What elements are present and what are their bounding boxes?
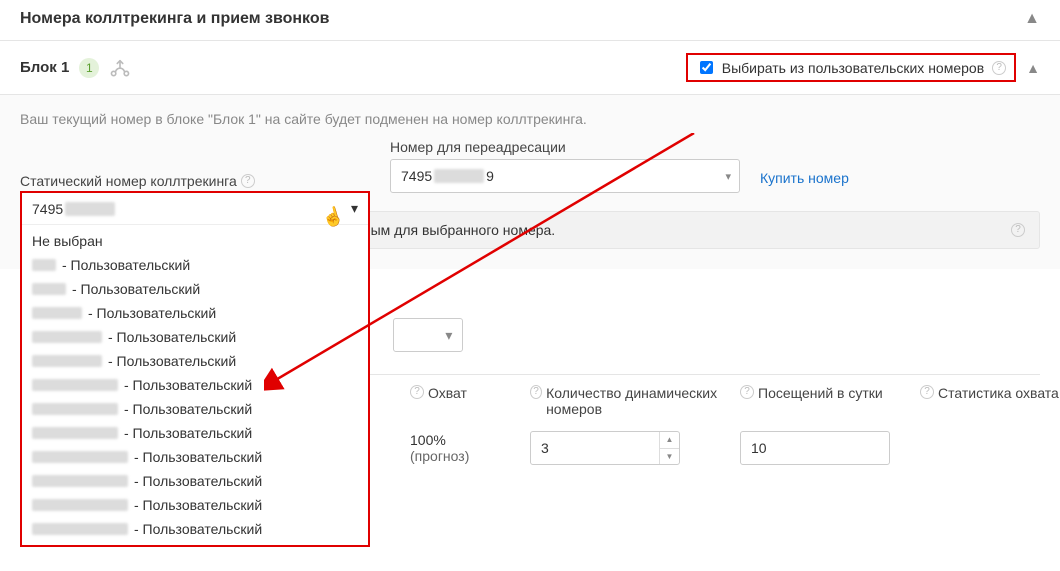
help-icon[interactable]: ? xyxy=(992,61,1006,75)
chevron-down-icon: ▾ xyxy=(725,170,731,183)
spinner-down-icon[interactable]: ▼ xyxy=(660,449,679,465)
dropdown-item[interactable]: - Пользовательский xyxy=(22,301,368,325)
dropdown-item[interactable]: - Пользовательский xyxy=(22,397,368,421)
routing-icon xyxy=(109,58,131,78)
col-coverage: ? Охват xyxy=(410,385,530,401)
dropdown-item[interactable]: - Пользовательский xyxy=(22,373,368,397)
section-header: Номера коллтрекинга и прием звонков ▲ xyxy=(0,0,1060,41)
col-visits: ? Посещений в сутки xyxy=(740,385,920,401)
col-count: ? Количество динамических номеров xyxy=(530,385,740,417)
dropdown-item[interactable]: - Пользовательский xyxy=(22,421,368,445)
help-icon[interactable]: ? xyxy=(410,385,424,399)
user-numbers-checkbox-label[interactable]: Выбирать из пользовательских номеров xyxy=(696,58,984,77)
block-header: Блок 1 1 Выбирать из пользовательских но… xyxy=(0,41,1060,95)
buy-number-link[interactable]: Купить номер xyxy=(760,170,849,186)
dropdown-item-none[interactable]: Не выбран xyxy=(22,229,368,253)
static-number-label: Статический номер коллтрекинга ? xyxy=(20,173,370,189)
coverage-cell: 100% (прогноз) xyxy=(410,432,530,464)
help-icon[interactable]: ? xyxy=(920,385,934,399)
redirect-number-label: Номер для переадресации xyxy=(390,139,740,155)
spinner-up-icon[interactable]: ▲ xyxy=(660,432,679,449)
dropdown-item[interactable]: - Пользовательский xyxy=(22,493,368,517)
section-title: Номера коллтрекинга и прием звонков xyxy=(20,10,329,28)
dropdown-item[interactable]: - Пользовательский xyxy=(22,325,368,349)
help-icon[interactable]: ? xyxy=(1011,223,1025,237)
obscured-select[interactable]: ▾ xyxy=(393,318,463,352)
count-input[interactable]: 3 ▲ ▼ xyxy=(530,431,680,465)
help-icon[interactable]: ? xyxy=(241,174,255,188)
dropdown-item[interactable]: - Пользовательский xyxy=(22,469,368,493)
block-count-badge: 1 xyxy=(79,58,99,78)
help-icon[interactable]: ? xyxy=(530,385,542,399)
user-numbers-toggle-box: Выбирать из пользовательских номеров ? xyxy=(686,53,1016,82)
spinner[interactable]: ▲ ▼ xyxy=(659,432,679,464)
dropdown-item[interactable]: - Пользовательский xyxy=(22,517,368,541)
block-title: Блок 1 xyxy=(20,59,69,76)
dropdown-item[interactable]: - Пользовательский xyxy=(22,349,368,373)
block-body: Ваш текущий номер в блоке "Блок 1" на са… xyxy=(0,95,1060,269)
visits-input[interactable]: 10 xyxy=(740,431,890,465)
user-numbers-checkbox[interactable] xyxy=(700,61,713,74)
dropdown-current-value[interactable]: 7495 ▾ ☝ xyxy=(22,193,368,225)
hint-text: Ваш текущий номер в блоке "Блок 1" на са… xyxy=(20,111,1040,127)
col-stats: ? Статистика охвата xyxy=(920,385,1060,401)
dropdown-item[interactable]: - Пользовательский xyxy=(22,445,368,469)
dropdown-item[interactable]: - Пользовательский xyxy=(22,253,368,277)
chevron-up-icon[interactable]: ▲ xyxy=(1026,60,1040,76)
chevron-up-icon[interactable]: ▲ xyxy=(1024,10,1040,28)
user-numbers-text: Выбирать из пользовательских номеров xyxy=(722,60,984,76)
static-number-dropdown: 7495 ▾ ☝ Не выбран - Пользовательский - … xyxy=(20,191,370,547)
redirect-number-select[interactable]: 74959 ▾ xyxy=(390,159,740,193)
chevron-down-icon: ▾ xyxy=(445,327,452,344)
dropdown-item[interactable]: - Пользовательский xyxy=(22,277,368,301)
help-icon[interactable]: ? xyxy=(740,385,754,399)
chevron-down-icon: ▾ xyxy=(351,200,358,217)
